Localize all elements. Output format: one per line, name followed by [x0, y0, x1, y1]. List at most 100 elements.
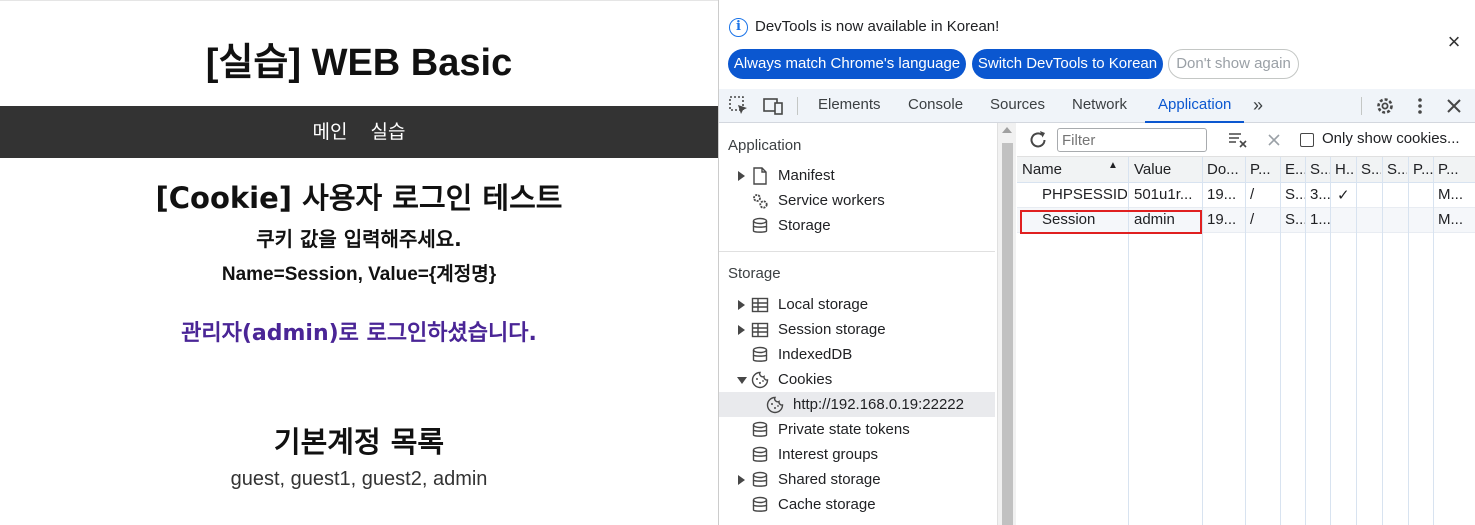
sidebar-item-cookie-origin[interactable]: http://192.168.0.19:22222	[719, 392, 995, 417]
sidebar-item-label: Service workers	[778, 192, 885, 209]
tab-sources[interactable]: Sources	[990, 89, 1045, 123]
sidebar-item-label: Shared storage	[778, 471, 881, 488]
column-header-secure[interactable]: S...	[1361, 161, 1381, 178]
column-divider	[1408, 157, 1409, 525]
sidebar-item-label: IndexedDB	[778, 346, 853, 363]
column-header-partition-key[interactable]: P...	[1413, 161, 1433, 178]
sort-ascending-icon[interactable]: ▲	[1108, 160, 1120, 171]
sidebar-item-local-storage[interactable]: Local storage	[719, 292, 995, 317]
sidebar-scrollbar[interactable]	[997, 123, 1016, 525]
language-infobar: i DevTools is now available in Korean! ×…	[719, 0, 1475, 89]
cell-domain: 19...	[1207, 211, 1237, 228]
dont-show-again-button[interactable]: Don't show again	[1168, 49, 1299, 79]
column-header-httponly[interactable]: H...	[1335, 161, 1355, 178]
column-header-path[interactable]: P...	[1250, 161, 1278, 178]
sidebar-item-shared-storage[interactable]: Shared storage	[719, 467, 995, 492]
sidebar-item-cookies[interactable]: Cookies	[719, 367, 995, 392]
column-header-name[interactable]: Name	[1022, 161, 1092, 178]
sidebar-item-private-state-tokens[interactable]: Private state tokens	[719, 417, 995, 442]
cell-priority: M...	[1438, 186, 1463, 203]
only-show-issues-checkbox[interactable]	[1300, 133, 1314, 147]
expand-arrow-icon[interactable]	[738, 171, 745, 181]
tab-console[interactable]: Console	[908, 89, 963, 123]
tab-application[interactable]: Application	[1145, 89, 1245, 123]
cookie-prompt: 쿠키 값을 입력해주세요.	[256, 227, 462, 251]
scroll-up-arrow-icon[interactable]	[1002, 127, 1012, 133]
devtools-toolbar: Elements Console Sources Network Applica…	[719, 89, 1475, 123]
refresh-icon[interactable]	[1026, 128, 1050, 152]
cell-size: 3...	[1310, 186, 1331, 203]
expand-arrow-icon[interactable]	[738, 325, 745, 335]
close-icon[interactable]: ×	[1442, 30, 1466, 54]
switch-language-button[interactable]: Switch DevTools to Korean	[972, 49, 1163, 79]
sidebar-item-label: Session storage	[778, 321, 886, 338]
cell-value: 501u1r...	[1134, 186, 1193, 203]
scrollbar-thumb[interactable]	[1002, 143, 1013, 525]
cookie-icon	[751, 371, 769, 389]
table-row[interactable]: PHPSESSID 501u1r... 19... / S... 3... ✓ …	[1017, 183, 1475, 208]
tab-network[interactable]: Network	[1072, 89, 1127, 123]
document-icon	[751, 167, 769, 185]
cookie-icon	[766, 396, 784, 414]
expand-arrow-icon[interactable]	[738, 300, 745, 310]
only-show-issues-label: Only show cookies...	[1322, 130, 1460, 147]
cell-path: /	[1250, 186, 1255, 203]
sidebar-item-label: Storage	[778, 217, 831, 234]
match-language-button[interactable]: Always match Chrome's language	[728, 49, 966, 79]
devtools-panel: i DevTools is now available in Korean! ×…	[718, 0, 1475, 525]
column-header-value[interactable]: Value	[1134, 161, 1202, 178]
sidebar-item-service-workers[interactable]: Service workers	[719, 188, 995, 213]
close-devtools-icon[interactable]	[1442, 94, 1466, 118]
gear-icon[interactable]	[1373, 94, 1397, 118]
collapse-arrow-icon[interactable]	[737, 377, 747, 384]
database-icon	[751, 471, 769, 489]
column-header-expires[interactable]: E...	[1285, 161, 1305, 178]
column-header-domain[interactable]: Do...	[1207, 161, 1243, 178]
column-divider	[1433, 157, 1434, 525]
more-tabs-icon[interactable]: »	[1253, 89, 1263, 123]
sidebar-item-label: http://192.168.0.19:22222	[793, 396, 964, 413]
cell-expires: S...	[1285, 211, 1305, 228]
sidebar-item-cache-storage[interactable]: Cache storage	[719, 492, 995, 517]
column-divider	[1280, 157, 1281, 525]
filter-input[interactable]	[1057, 128, 1207, 152]
cookie-format-hint: Name=Session, Value={계정명}	[221, 264, 497, 285]
table-header: Name ▲ Value Do... P... E... S... H... S…	[1017, 157, 1475, 183]
sidebar-item-manifest[interactable]: Manifest	[719, 163, 995, 188]
more-options-icon[interactable]	[1408, 94, 1432, 118]
database-icon	[751, 421, 769, 439]
clear-all-icon[interactable]	[1226, 128, 1250, 152]
site-nav: 메인 실습	[0, 106, 718, 158]
sidebar-item-label: Manifest	[778, 167, 835, 184]
sidebar-item-session-storage[interactable]: Session storage	[719, 317, 995, 342]
sidebar-item-indexeddb[interactable]: IndexedDB	[719, 342, 995, 367]
cell-name: PHPSESSID	[1042, 186, 1127, 203]
sidebar-item-label: Cache storage	[778, 496, 876, 513]
device-toolbar-icon[interactable]	[761, 94, 785, 118]
table-icon	[751, 296, 769, 314]
accounts-heading: 기본계정 목록	[273, 425, 445, 459]
column-divider	[1330, 157, 1331, 525]
tab-elements[interactable]: Elements	[818, 89, 881, 123]
cell-domain: 19...	[1207, 186, 1237, 203]
column-divider	[1382, 157, 1383, 525]
infobar-text: DevTools is now available in Korean!	[755, 18, 1000, 35]
nav-link-main[interactable]: 메인	[312, 106, 347, 158]
sidebar-item-interest-groups[interactable]: Interest groups	[719, 442, 995, 467]
expand-arrow-icon[interactable]	[738, 475, 745, 485]
inspect-element-icon[interactable]	[727, 94, 751, 118]
application-sidebar: Application Manifest Service workers Sto…	[719, 123, 997, 525]
info-icon: i	[729, 18, 748, 37]
column-header-size[interactable]: S...	[1310, 161, 1330, 178]
column-header-priority[interactable]: P...	[1438, 161, 1468, 178]
sidebar-item-storage[interactable]: Storage	[719, 213, 995, 238]
delete-selected-icon[interactable]	[1262, 128, 1286, 152]
column-header-samesite[interactable]: S...	[1387, 161, 1407, 178]
toolbar-divider	[797, 97, 798, 115]
database-icon	[751, 346, 769, 364]
nav-link-practice[interactable]: 실습	[371, 106, 406, 158]
site-title: [실습] WEB Basic	[205, 42, 513, 84]
database-icon	[751, 217, 769, 235]
accounts-list: guest, guest1, guest2, admin	[230, 468, 488, 490]
cell-httponly: ✓	[1337, 187, 1350, 204]
